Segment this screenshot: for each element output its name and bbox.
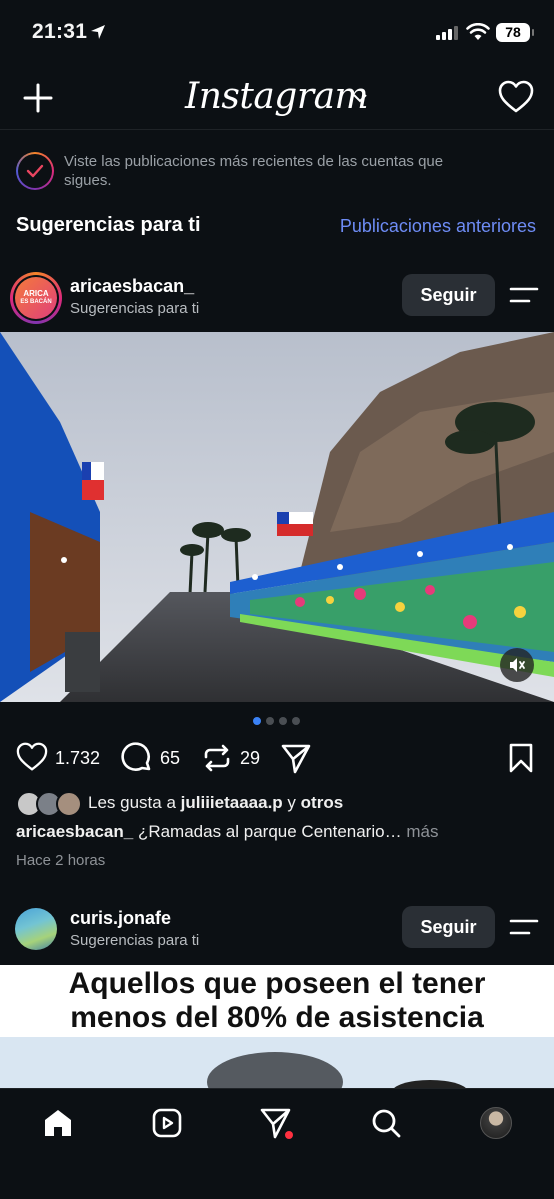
menu-lines-icon[interactable] — [508, 282, 540, 308]
likes-others[interactable]: otros — [301, 793, 344, 812]
wifi-icon — [466, 23, 490, 40]
heart-icon[interactable] — [498, 80, 534, 114]
post-subtitle: Sugerencias para ti — [70, 300, 200, 317]
post-timestamp: Hace 2 horas — [16, 852, 106, 869]
meme-line: menos del 80% de asistencia — [70, 1001, 484, 1034]
reels-icon[interactable] — [147, 1103, 187, 1143]
follow-button[interactable]: Seguir — [402, 906, 495, 948]
post-header: ARICA ES BACÁN aricaesbacan_ Sugerencias… — [0, 268, 554, 330]
older-posts-link[interactable]: Publicaciones anteriores — [340, 216, 536, 237]
post-username[interactable]: aricaesbacan_ — [70, 276, 194, 297]
meme-caption: Aquellos que poseen el tener menos del 8… — [0, 965, 554, 1035]
home-icon[interactable] — [38, 1103, 78, 1143]
carousel-dot — [292, 717, 300, 725]
plus-icon[interactable] — [20, 80, 56, 116]
app-header: Instagram — [0, 70, 554, 130]
notification-dot — [285, 1131, 293, 1139]
post-subtitle: Sugerencias para ti — [70, 932, 200, 949]
meme-illustration — [0, 1037, 554, 1090]
check-circle-icon — [16, 152, 54, 190]
avatar-text: ES BACÁN — [20, 299, 52, 305]
avatar[interactable] — [15, 908, 57, 950]
caption-text: ¿Ramadas al parque Centenario… — [137, 822, 402, 841]
avatar-text: ARICA — [23, 289, 49, 298]
profile-avatar[interactable] — [476, 1103, 516, 1143]
suggestions-section-header: Sugerencias para ti Publicaciones anteri… — [16, 212, 536, 242]
share-icon[interactable] — [280, 742, 312, 774]
banner-text: Viste las publicaciones más recientes de… — [64, 153, 444, 189]
tab-bar — [0, 1088, 554, 1199]
liker-avatars — [16, 790, 86, 818]
post-header: curis.jonafe Sugerencias para ti Seguir — [0, 900, 554, 962]
avatar[interactable]: ARICA ES BACÁN — [10, 272, 62, 324]
menu-lines-icon[interactable] — [508, 914, 540, 940]
post-actions: 1.732 65 29 — [0, 740, 554, 780]
caption-username[interactable]: aricaesbacan_ — [16, 822, 133, 841]
fair-photo — [0, 332, 554, 702]
direct-icon[interactable] — [256, 1103, 296, 1143]
likes-text[interactable]: Les gusta a juliiietaaaa.p y otros — [88, 793, 343, 813]
avatar — [56, 791, 82, 817]
caught-up-banner: Viste las publicaciones más recientes de… — [16, 150, 536, 198]
repost-icon[interactable] — [201, 742, 233, 774]
status-bar: 21:31 78 — [0, 0, 554, 64]
cellular-signal-icon — [436, 26, 458, 40]
carousel-dot — [266, 717, 274, 725]
reposts-count[interactable]: 29 — [240, 748, 260, 769]
caption-more-link[interactable]: más — [406, 822, 438, 841]
liked-by-user[interactable]: juliiietaaaa.p — [181, 793, 283, 812]
follow-button[interactable]: Seguir — [402, 274, 495, 316]
carousel-dot — [279, 717, 287, 725]
likes-count[interactable]: 1.732 — [55, 748, 100, 769]
post-image[interactable] — [0, 332, 554, 702]
likes-prefix: Les gusta a — [88, 793, 176, 812]
instagram-logo[interactable]: Instagram — [185, 76, 369, 117]
battery-indicator: 78 — [496, 23, 534, 42]
chevron-down-icon[interactable] — [352, 92, 368, 104]
carousel-dot — [253, 717, 261, 725]
meme-line: Aquellos que poseen el tener — [68, 967, 486, 1000]
likes-row[interactable]: Les gusta a juliiietaaaa.p y otros — [16, 790, 536, 818]
section-title: Sugerencias para ti — [16, 214, 201, 236]
post-image[interactable]: Aquellos que poseen el tener menos del 8… — [0, 965, 554, 1090]
search-icon[interactable] — [366, 1103, 406, 1143]
post-caption[interactable]: aricaesbacan_ ¿Ramadas al parque Centena… — [16, 822, 546, 842]
bookmark-icon[interactable] — [507, 742, 535, 774]
carousel-indicator — [253, 717, 303, 727]
location-arrow-icon — [91, 25, 105, 39]
comments-count[interactable]: 65 — [160, 748, 180, 769]
post-username[interactable]: curis.jonafe — [70, 908, 171, 929]
comment-icon[interactable] — [121, 742, 153, 774]
status-time: 21:31 — [32, 20, 88, 43]
likes-and: y — [287, 793, 296, 812]
heart-icon[interactable] — [16, 742, 48, 772]
mute-icon[interactable] — [500, 648, 534, 682]
